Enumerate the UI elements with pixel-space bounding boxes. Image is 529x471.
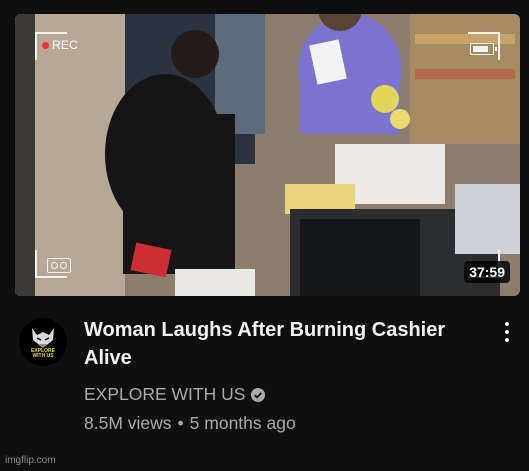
duration-badge: 37:59 xyxy=(464,261,510,283)
battery-icon xyxy=(470,43,497,55)
avatar-logo-text: EXPLORE WITH US xyxy=(31,348,55,359)
video-card: REC 37:59 EXPLORE WITH US Woman Laughs A… xyxy=(0,0,529,471)
channel-name: EXPLORE WITH US xyxy=(84,384,246,404)
view-count: 8.5M views xyxy=(84,413,172,433)
channel-link[interactable]: EXPLORE WITH US xyxy=(84,384,266,405)
tape-icon xyxy=(47,258,71,273)
imgflip-watermark: imgflip.com xyxy=(5,455,56,466)
video-title[interactable]: Woman Laughs After Burning Cashier Alive xyxy=(84,316,489,372)
verified-check-icon xyxy=(251,387,266,402)
video-stats: 8.5M views • 5 months ago xyxy=(84,413,296,434)
viewfinder-corner-top-left xyxy=(35,32,67,60)
video-thumbnail[interactable]: REC 37:59 xyxy=(15,14,520,296)
stats-separator: • xyxy=(177,413,184,433)
upload-age: 5 months ago xyxy=(189,413,296,433)
cctv-scene-image xyxy=(15,14,520,296)
more-vert-icon[interactable] xyxy=(500,319,514,345)
channel-avatar[interactable]: EXPLORE WITH US xyxy=(19,318,67,366)
